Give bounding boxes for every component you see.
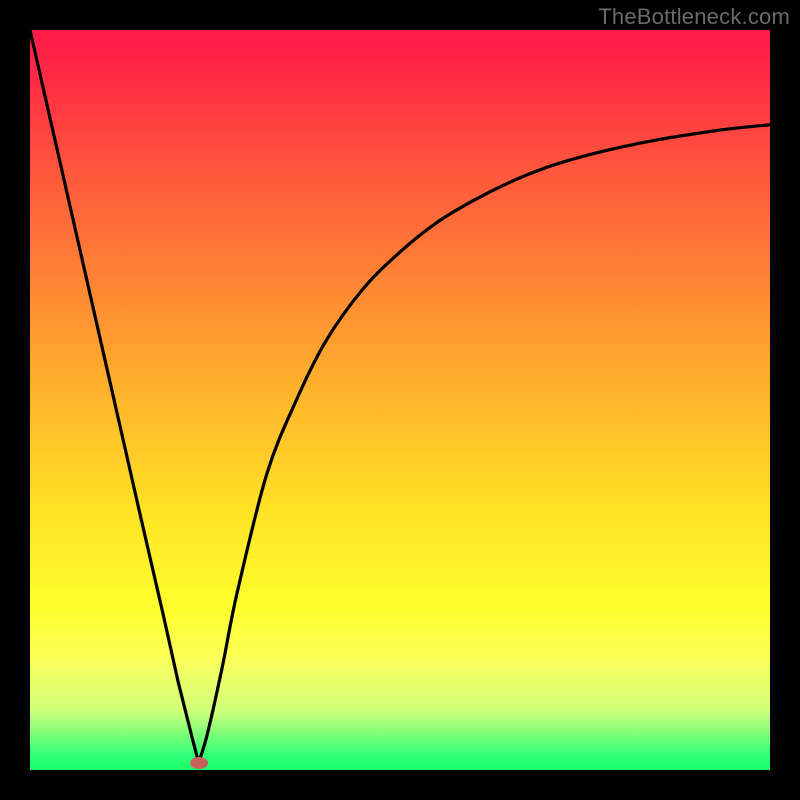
plot-area	[30, 30, 770, 770]
watermark-text: TheBottleneck.com	[598, 4, 790, 30]
chart-container: TheBottleneck.com	[0, 0, 800, 800]
curve-svg	[30, 30, 770, 770]
minimum-marker	[190, 757, 208, 769]
bottleneck-curve	[30, 30, 770, 763]
